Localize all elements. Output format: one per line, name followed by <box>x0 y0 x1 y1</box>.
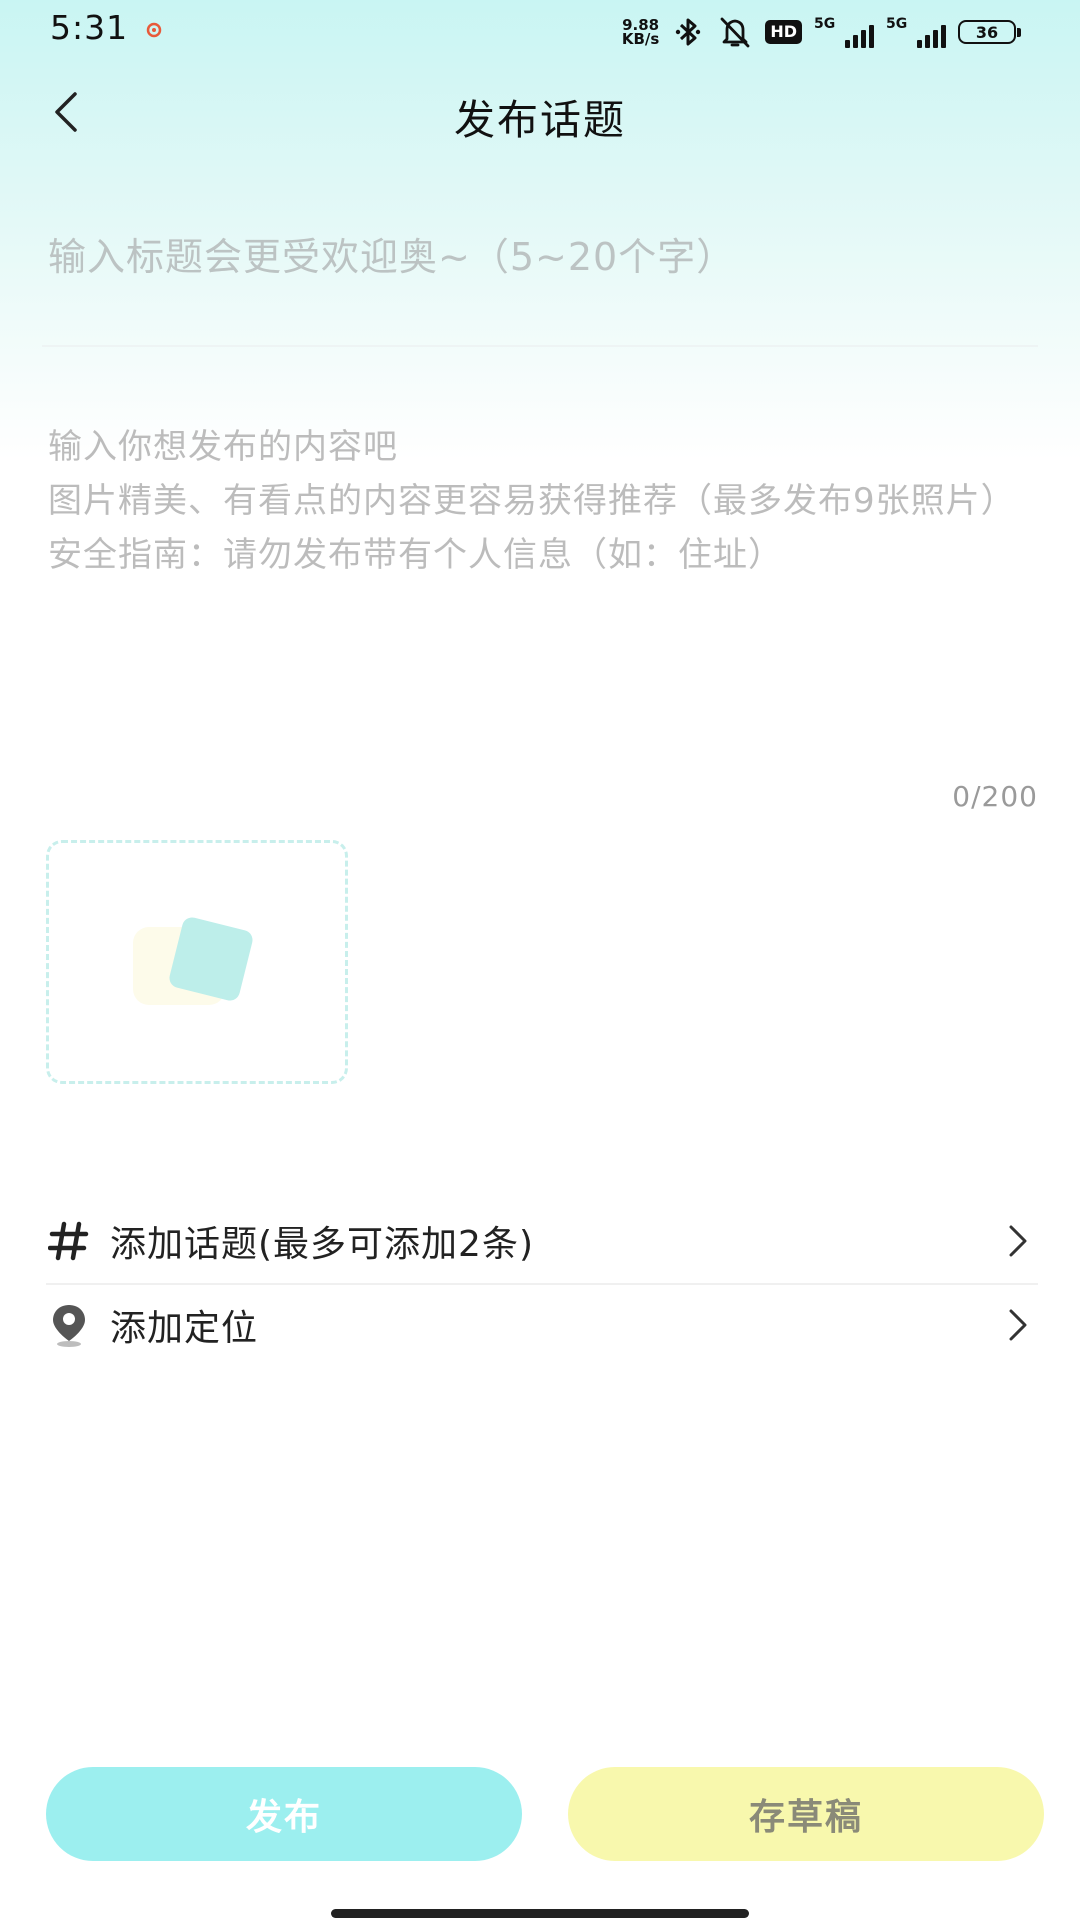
home-indicator[interactable] <box>331 1909 749 1918</box>
chevron-right-icon <box>998 1221 1038 1261</box>
add-topic-row[interactable]: 添加话题(最多可添加2条) <box>46 1200 1038 1282</box>
image-upload-icon <box>133 917 253 1005</box>
signal-2-label: 5G <box>886 16 908 32</box>
add-image-button[interactable] <box>46 840 348 1084</box>
chevron-right-icon <box>998 1305 1038 1345</box>
net-speed: 9.88 KB/s <box>621 18 660 48</box>
status-bar: 5:31 9.88 KB/s HD 5G 5G 36 <box>0 0 1080 62</box>
battery-icon: 36 <box>958 20 1021 44</box>
status-icons: 9.88 KB/s HD 5G 5G 36 <box>621 14 1021 50</box>
publish-button[interactable]: 发布 <box>46 1767 522 1861</box>
location-pin-icon <box>46 1302 92 1348</box>
signal-bars-icon <box>917 25 946 48</box>
signal-1-label: 5G <box>814 16 836 32</box>
hashtag-icon <box>46 1218 92 1264</box>
hd-badge: HD <box>765 20 802 44</box>
signal-2: 5G <box>886 16 946 48</box>
title-input[interactable] <box>48 222 1038 292</box>
save-draft-button[interactable]: 存草稿 <box>568 1767 1044 1861</box>
battery-level: 36 <box>975 22 999 42</box>
bluetooth-icon <box>676 18 701 46</box>
char-counter: 0/200 <box>952 780 1038 813</box>
nav-header: 发布话题 <box>0 72 1080 152</box>
muted-bell-icon <box>720 17 750 48</box>
signal-bars-icon <box>845 25 874 48</box>
add-location-label: 添加定位 <box>110 1308 259 1349</box>
net-speed-unit: KB/s <box>621 30 660 48</box>
notification-icon <box>146 22 162 38</box>
title-divider <box>42 345 1038 347</box>
add-location-row[interactable]: 添加定位 <box>46 1284 1038 1366</box>
add-topic-label: 添加话题(最多可添加2条) <box>110 1224 534 1265</box>
content-textarea[interactable] <box>48 420 1018 670</box>
status-time: 5:31 <box>50 8 129 47</box>
page-title: 发布话题 <box>454 96 626 144</box>
signal-1: 5G <box>814 16 874 48</box>
